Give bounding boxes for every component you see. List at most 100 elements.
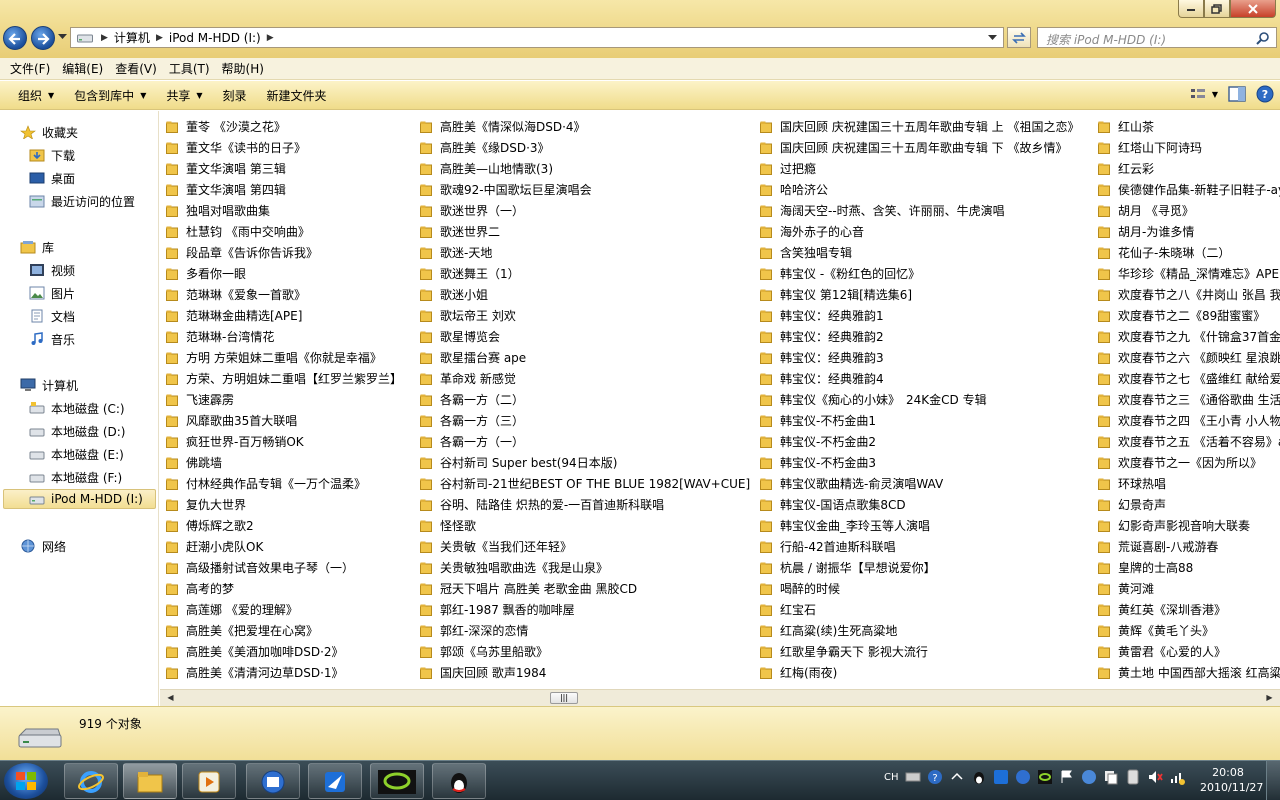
file-item[interactable]: 高级播射试音效果电子琴（一） [166, 557, 354, 578]
view-options-button[interactable]: ▼ [1190, 87, 1218, 101]
file-item[interactable]: 欢度春节之五 《活着不容易》a [1098, 431, 1280, 452]
file-item[interactable]: 欢度春节之六 《颜映红 星浪跳 [1098, 347, 1280, 368]
file-item[interactable]: 含笑独唱专辑 [760, 242, 852, 263]
file-item[interactable]: 独唱对唱歌曲集 [166, 200, 270, 221]
breadcrumb-separator-icon[interactable]: ▶ [101, 33, 108, 43]
file-item[interactable]: 复仇大世界 [166, 494, 246, 515]
close-button[interactable] [1230, 0, 1276, 18]
file-item[interactable]: 董文华《读书的日子》 [166, 137, 306, 158]
file-item[interactable]: 歌迷舞王（1） [420, 263, 520, 284]
horizontal-scrollbar[interactable]: ◀ ||| ▶ [160, 689, 1280, 706]
nav-pictures[interactable]: 图片 [29, 283, 75, 303]
copy-icon[interactable] [1103, 769, 1119, 785]
file-item[interactable]: 疯狂世界-百万畅销OK [166, 431, 304, 452]
nav-computer[interactable]: 计算机 [20, 375, 78, 395]
file-item[interactable]: 韩宝仪-不朽金曲3 [760, 452, 876, 473]
file-item[interactable]: 海阔天空--时燕、含笑、许丽丽、牛虎演唱 [760, 200, 1005, 221]
file-item[interactable]: 欢度春节之八《井岗山 张昌 我 [1098, 284, 1280, 305]
file-item[interactable]: 哈哈济公 [760, 179, 828, 200]
file-item[interactable]: 风靡歌曲35首大联唱 [166, 410, 297, 431]
nav-downloads[interactable]: 下载 [29, 145, 75, 165]
file-item[interactable]: 高考的梦 [166, 578, 234, 599]
menu-edit[interactable]: 编辑(E) [56, 60, 109, 77]
file-item[interactable]: 付林经典作品专辑《一万个温柔》 [166, 473, 366, 494]
file-item[interactable]: 幻影奇声影视音响大联奏 [1098, 515, 1250, 536]
file-item[interactable]: 段品章《告诉你告诉我》 [166, 242, 318, 263]
file-item[interactable]: 荒诞喜剧-八戒游春 [1098, 536, 1218, 557]
nav-drive-f[interactable]: 本地磁盘 (F:) [29, 467, 122, 487]
file-item[interactable]: 红高粱(续)生死高粱地 [760, 620, 897, 641]
file-item[interactable]: 谷明、陆路佳 炽热的爱-一百首迪斯科联唱 [420, 494, 664, 515]
file-item[interactable]: 怪怪歌 [420, 515, 476, 536]
file-item[interactable]: 韩宝仪 -《粉红色的回忆》 [760, 263, 920, 284]
file-item[interactable]: 幻景奇声 [1098, 494, 1166, 515]
address-dropdown-icon[interactable] [988, 35, 997, 41]
file-item[interactable]: 喝醉的时候 [760, 578, 840, 599]
file-item[interactable]: 红梅(雨夜) [760, 662, 837, 683]
scroll-right-icon[interactable]: ▶ [1261, 690, 1278, 706]
file-item[interactable]: 韩宝仪 第12辑[精选集6] [760, 284, 912, 305]
file-item[interactable]: 黄辉《黄毛丫头》 [1098, 620, 1214, 641]
file-item[interactable]: 郭颂《乌苏里船歌》 [420, 641, 548, 662]
file-item[interactable]: 杜慧钧 《雨中交响曲》 [166, 221, 310, 242]
taskbar-media-player[interactable] [182, 763, 236, 799]
file-item[interactable]: 红塔山下阿诗玛 [1098, 137, 1202, 158]
file-item[interactable]: 方荣、方明姐妹二重唱【红罗兰紫罗兰】 [166, 368, 402, 389]
file-item[interactable]: 董文华演唱 第三辑 [166, 158, 286, 179]
file-item[interactable]: 革命戏 新感觉 [420, 368, 516, 389]
raysource-tray-icon[interactable] [1037, 769, 1053, 785]
nav-drive-c[interactable]: 本地磁盘 (C:) [29, 398, 125, 418]
file-item[interactable]: 董文华演唱 第四辑 [166, 179, 286, 200]
file-item[interactable]: 欢度春节之二《89甜蜜蜜》 [1098, 305, 1265, 326]
file-item[interactable]: 高胜美《缘DSD·3》 [420, 137, 550, 158]
file-item[interactable]: 红山茶 [1098, 116, 1154, 137]
nav-music[interactable]: 音乐 [29, 329, 75, 349]
taskbar-raysource[interactable] [370, 763, 424, 799]
forward-button[interactable] [31, 26, 55, 50]
file-item[interactable]: 欢度春节之七 《盛维红 献给爱 [1098, 368, 1280, 389]
file-item[interactable]: 韩宝仪：经典雅韵3 [760, 347, 884, 368]
input-language-indicator[interactable]: CH [884, 772, 899, 783]
file-item[interactable]: 胡月-为谁多情 [1098, 221, 1194, 242]
file-item[interactable]: 赶潮小虎队OK [166, 536, 263, 557]
file-item[interactable]: 国庆回顾 歌声1984 [420, 662, 546, 683]
file-item[interactable]: 郭红-深深的恋情 [420, 620, 528, 641]
file-item[interactable]: 关贵敏《当我们还年轻》 [420, 536, 572, 557]
file-item[interactable]: 高胜美《美酒加咖啡DSD·2》 [166, 641, 344, 662]
file-item[interactable]: 韩宝仪金曲_李玲玉等人演唱 [760, 515, 930, 536]
nav-videos[interactable]: 视频 [29, 260, 75, 280]
file-item[interactable]: 歌迷-天地 [420, 242, 492, 263]
file-item[interactable]: 飞速霹雳 [166, 389, 234, 410]
menu-tools[interactable]: 工具(T) [163, 60, 216, 77]
taskbar-internet-explorer[interactable] [64, 763, 118, 799]
scroll-left-icon[interactable]: ◀ [162, 690, 179, 706]
file-item[interactable]: 黄红英《深圳香港》 [1098, 599, 1226, 620]
file-item[interactable]: 海外赤子的心音 [760, 221, 864, 242]
keyboard-icon[interactable] [905, 769, 921, 785]
burn-button[interactable]: 刻录 [215, 87, 259, 104]
file-item[interactable]: 欢度春节之一《因为所以》 [1098, 452, 1262, 473]
help-button[interactable]: ? [1256, 85, 1274, 103]
file-item[interactable]: 范琳琳金曲精选[APE] [166, 305, 302, 326]
file-item[interactable]: 歌坛帝王 刘欢 [420, 305, 516, 326]
taskbar-clock[interactable]: 20:08 2010/11/27 [1200, 765, 1263, 795]
file-item[interactable]: 高胜美《情深似海DSD·4》 [420, 116, 586, 137]
file-item[interactable]: 董苓 《沙漠之花》 [166, 116, 286, 137]
file-item[interactable]: 红歌星争霸天下 影视大流行 [760, 641, 928, 662]
file-item[interactable]: 韩宝仪：经典雅韵1 [760, 305, 884, 326]
breadcrumb-computer[interactable]: 计算机 [108, 29, 156, 46]
file-item[interactable]: 韩宝仪歌曲精选-俞灵演唱WAV [760, 473, 943, 494]
help-icon[interactable]: ? [927, 769, 943, 785]
flag-icon[interactable] [1059, 769, 1075, 785]
file-item[interactable]: 各霸一方（三） [420, 410, 524, 431]
nav-favorites[interactable]: 收藏夹 [20, 122, 78, 142]
scrollbar-thumb[interactable]: ||| [550, 692, 578, 704]
file-item[interactable]: 歌魂92-中国歌坛巨星演唱会 [420, 179, 592, 200]
file-item[interactable]: 韩宝仪-不朽金曲1 [760, 410, 876, 431]
back-button[interactable] [3, 26, 27, 50]
volume-muted-icon[interactable] [1147, 769, 1163, 785]
file-item[interactable]: 范琳琳-台湾情花 [166, 326, 274, 347]
show-desktop-button[interactable] [1266, 761, 1280, 800]
file-item[interactable]: 黄雷君《心爱的人》 [1098, 641, 1226, 662]
nav-desktop[interactable]: 桌面 [29, 168, 75, 188]
